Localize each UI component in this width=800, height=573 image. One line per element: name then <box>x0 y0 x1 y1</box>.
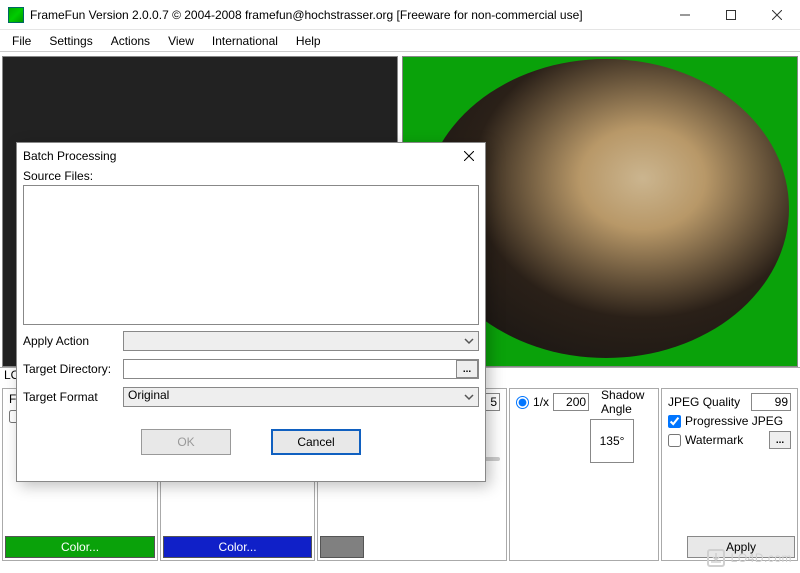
menu-view[interactable]: View <box>168 34 194 48</box>
content-area: LO4 762) Fr Inside Abs. Color... Soft Ab… <box>0 52 800 573</box>
shape-color-button[interactable]: Color... <box>163 536 312 558</box>
shadow-angle-label: Shadow Angle <box>601 388 652 416</box>
onex-label: 1/x <box>533 395 549 409</box>
app-icon <box>8 7 24 23</box>
target-directory-browse-button[interactable]: ... <box>456 360 478 378</box>
menu-help[interactable]: Help <box>296 34 321 48</box>
onex-value[interactable] <box>553 393 589 411</box>
close-button[interactable] <box>754 0 800 30</box>
source-files-label: Source Files: <box>23 169 479 183</box>
frame-color-button[interactable]: Color... <box>5 536 155 558</box>
source-files-list[interactable] <box>23 185 479 325</box>
angle-box[interactable]: 135° <box>590 419 634 463</box>
dialog-close-button[interactable] <box>459 146 479 166</box>
target-format-value: Original <box>124 388 169 402</box>
titlebar: FrameFun Version 2.0.0.7 © 2004-2008 fra… <box>0 0 800 30</box>
target-format-label: Target Format <box>23 390 123 404</box>
target-format-select[interactable]: Original <box>123 387 479 407</box>
jpeg-quality-value[interactable] <box>751 393 791 411</box>
window-title: FrameFun Version 2.0.0.7 © 2004-2008 fra… <box>30 8 662 22</box>
target-directory-input[interactable] <box>124 360 456 378</box>
watermark-label: Watermark <box>685 433 743 447</box>
apply-action-label: Apply Action <box>23 334 123 348</box>
jpeg-quality-label: JPEG Quality <box>668 395 740 409</box>
panel-jpeg: JPEG Quality Progressive JPEG Watermark … <box>661 388 798 561</box>
maximize-button[interactable] <box>708 0 754 30</box>
panel-angle: 1/x Shadow Angle 135° <box>509 388 659 561</box>
menu-settings[interactable]: Settings <box>49 34 92 48</box>
shadow-color-button[interactable] <box>320 536 364 558</box>
ok-button[interactable]: OK <box>141 429 231 455</box>
menubar: File Settings Actions View International… <box>0 30 800 52</box>
onex-radio[interactable] <box>516 396 529 409</box>
site-watermark: LO4D.com <box>707 549 792 567</box>
chevron-down-icon <box>463 391 475 406</box>
cancel-button[interactable]: Cancel <box>271 429 361 455</box>
progressive-checkbox[interactable] <box>668 415 681 428</box>
batch-processing-dialog: Batch Processing Source Files: Apply Act… <box>16 142 486 482</box>
minimize-button[interactable] <box>662 0 708 30</box>
progressive-label: Progressive JPEG <box>685 414 783 428</box>
target-directory-label: Target Directory: <box>23 362 123 376</box>
dialog-title: Batch Processing <box>23 149 459 163</box>
watermark-browse-button[interactable]: ... <box>769 431 791 449</box>
menu-file[interactable]: File <box>12 34 31 48</box>
chevron-down-icon <box>463 335 475 350</box>
menu-actions[interactable]: Actions <box>111 34 150 48</box>
menu-international[interactable]: International <box>212 34 278 48</box>
apply-action-select[interactable] <box>123 331 479 351</box>
watermark-checkbox[interactable] <box>668 434 681 447</box>
download-icon <box>707 549 725 567</box>
